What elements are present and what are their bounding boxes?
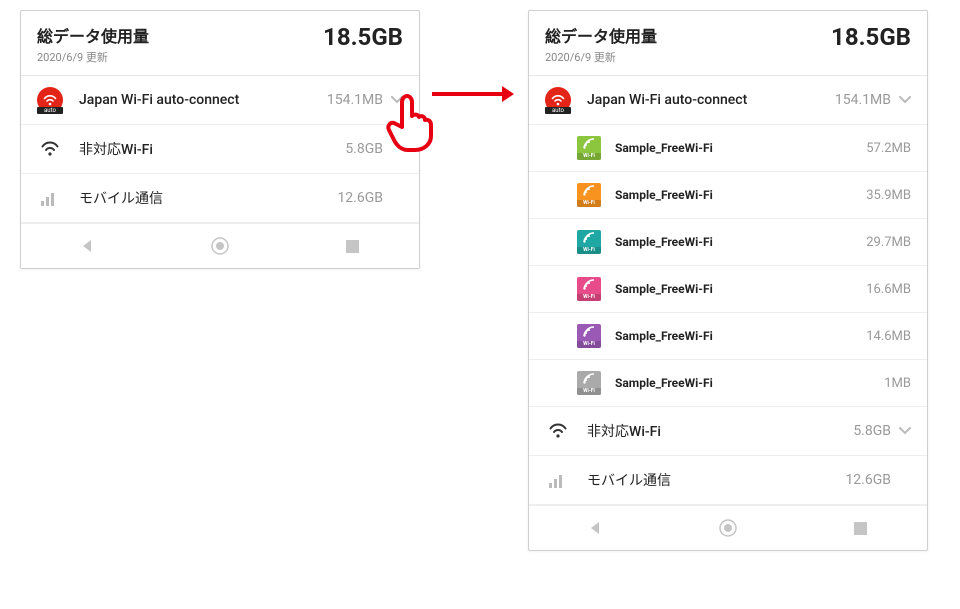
chevron-down-icon[interactable] bbox=[899, 93, 911, 107]
subrow-label: Sample_FreeWi-Fi bbox=[615, 376, 884, 390]
row-japan-wifi[interactable]: auto Japan Wi-Fi auto-connect 154.1MB bbox=[21, 76, 419, 125]
subrow-wifi-2[interactable]: Wi-Fi Sample_FreeWi-Fi 29.7MB bbox=[529, 219, 927, 266]
row-value: 12.6GB bbox=[845, 472, 891, 488]
japan-wifi-icon: auto bbox=[545, 87, 571, 113]
subrow-value: 1MB bbox=[884, 376, 911, 391]
subrow-label: Sample_FreeWi-Fi bbox=[615, 282, 866, 296]
wifi-color-icon: Wi-Fi bbox=[577, 183, 601, 207]
subrow-wifi-4[interactable]: Wi-Fi Sample_FreeWi-Fi 14.6MB bbox=[529, 313, 927, 360]
header-title: 総データ使用量 bbox=[545, 23, 657, 47]
wifi-color-icon: Wi-Fi bbox=[577, 324, 601, 348]
tap-hand-icon bbox=[382, 92, 434, 144]
subrow-value: 29.7MB bbox=[866, 235, 911, 250]
cellular-icon bbox=[37, 185, 63, 211]
header-date: 2020/6/9 更新 bbox=[545, 49, 657, 65]
subrow-wifi-0[interactable]: Wi-Fi Sample_FreeWi-Fi 57.2MB bbox=[529, 125, 927, 172]
nav-recent-button[interactable] bbox=[836, 518, 886, 538]
left-screen: 総データ使用量 2020/6/9 更新 18.5GB auto Japan Wi… bbox=[20, 10, 420, 269]
nav-home-button[interactable] bbox=[195, 236, 245, 256]
row-label: 非対応Wi-Fi bbox=[587, 421, 853, 441]
wifi-icon bbox=[37, 136, 63, 162]
row-nonwifi[interactable]: 非対応Wi-Fi 5.8GB bbox=[21, 125, 419, 174]
wifi-color-icon: Wi-Fi bbox=[577, 230, 601, 254]
subrow-label: Sample_FreeWi-Fi bbox=[615, 235, 866, 249]
nav-home-button[interactable] bbox=[703, 518, 753, 538]
row-label: 非対応Wi-Fi bbox=[79, 139, 345, 159]
wifi-color-icon: Wi-Fi bbox=[577, 136, 601, 160]
subrow-value: 57.2MB bbox=[866, 141, 911, 156]
subrow-value: 14.6MB bbox=[866, 329, 911, 344]
row-value: 154.1MB bbox=[835, 92, 891, 108]
header-usage: 18.5GB bbox=[831, 23, 911, 51]
row-value: 154.1MB bbox=[327, 92, 383, 108]
header-title: 総データ使用量 bbox=[37, 23, 149, 47]
row-value: 5.8GB bbox=[345, 141, 383, 157]
subrow-value: 16.6MB bbox=[866, 282, 911, 297]
nav-recent-button[interactable] bbox=[328, 236, 378, 256]
arrow-right-icon bbox=[432, 92, 504, 96]
row-label: Japan Wi-Fi auto-connect bbox=[587, 92, 835, 108]
subrow-label: Sample_FreeWi-Fi bbox=[615, 188, 866, 202]
header-date: 2020/6/9 更新 bbox=[37, 49, 149, 65]
subrow-wifi-1[interactable]: Wi-Fi Sample_FreeWi-Fi 35.9MB bbox=[529, 172, 927, 219]
nav-back-button[interactable] bbox=[62, 236, 112, 256]
cellular-icon bbox=[545, 467, 571, 493]
chevron-down-icon[interactable] bbox=[899, 424, 911, 438]
wifi-color-icon: Wi-Fi bbox=[577, 277, 601, 301]
subrow-wifi-3[interactable]: Wi-Fi Sample_FreeWi-Fi 16.6MB bbox=[529, 266, 927, 313]
row-label: モバイル通信 bbox=[79, 188, 337, 208]
row-mobile[interactable]: モバイル通信 12.6GB bbox=[21, 174, 419, 223]
row-label: モバイル通信 bbox=[587, 470, 845, 490]
row-value: 12.6GB bbox=[337, 190, 383, 206]
nav-back-button[interactable] bbox=[570, 518, 620, 538]
row-value: 5.8GB bbox=[853, 423, 891, 439]
android-navbar bbox=[529, 505, 927, 550]
header-usage: 18.5GB bbox=[323, 23, 403, 51]
subrow-label: Sample_FreeWi-Fi bbox=[615, 329, 866, 343]
wifi-icon bbox=[545, 418, 571, 444]
subrow-label: Sample_FreeWi-Fi bbox=[615, 141, 866, 155]
row-japan-wifi-expanded[interactable]: auto Japan Wi-Fi auto-connect 154.1MB bbox=[529, 76, 927, 125]
row-nonwifi[interactable]: 非対応Wi-Fi 5.8GB bbox=[529, 407, 927, 456]
row-label: Japan Wi-Fi auto-connect bbox=[79, 92, 327, 108]
row-mobile[interactable]: モバイル通信 12.6GB bbox=[529, 456, 927, 505]
right-screen: 総データ使用量 2020/6/9 更新 18.5GB auto Japan Wi… bbox=[528, 10, 928, 551]
wifi-color-icon: Wi-Fi bbox=[577, 371, 601, 395]
usage-header: 総データ使用量 2020/6/9 更新 18.5GB bbox=[529, 11, 927, 76]
japan-wifi-icon: auto bbox=[37, 87, 63, 113]
subrow-value: 35.9MB bbox=[866, 188, 911, 203]
android-navbar bbox=[21, 223, 419, 268]
subrow-wifi-5[interactable]: Wi-Fi Sample_FreeWi-Fi 1MB bbox=[529, 360, 927, 407]
usage-header: 総データ使用量 2020/6/9 更新 18.5GB bbox=[21, 11, 419, 76]
